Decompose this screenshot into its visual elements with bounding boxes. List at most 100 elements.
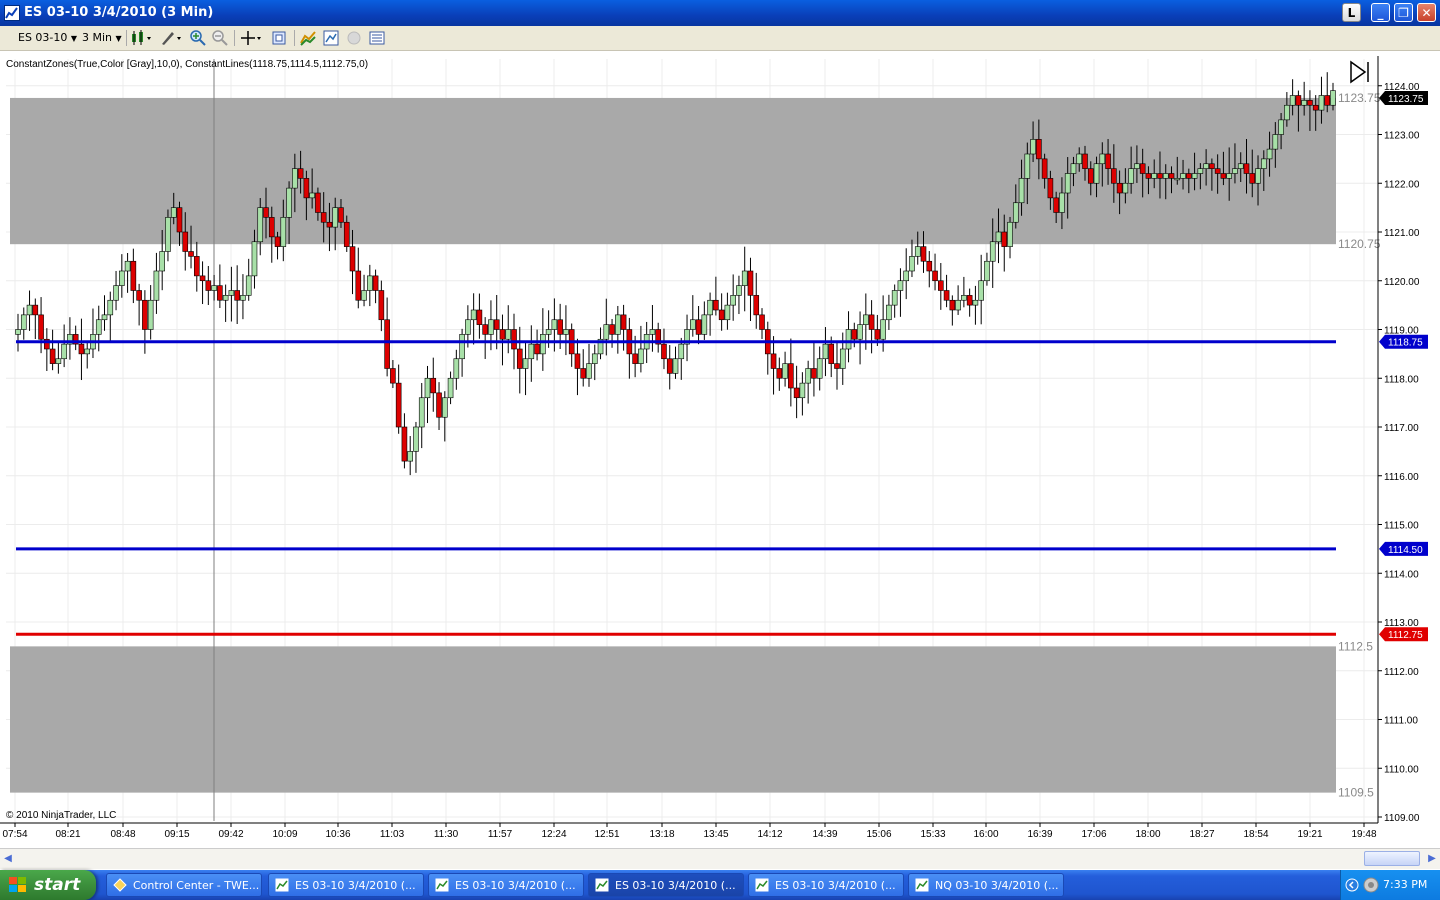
candle-body	[395, 382, 402, 428]
candle-body	[793, 387, 800, 399]
chart-window-icon	[755, 878, 769, 892]
taskbar-item-label: ES 03-10 3/4/2010 (...	[775, 879, 896, 892]
candle-body	[891, 290, 898, 306]
candle-body	[690, 319, 696, 330]
zoom-out-icon[interactable]	[212, 30, 228, 46]
candle-body	[1214, 168, 1221, 174]
x-tick-label: 16:39	[1027, 829, 1052, 840]
instrument-selector[interactable]: ES 03-10 ▼	[18, 29, 77, 47]
candle-body	[713, 299, 719, 311]
candle-body	[851, 329, 858, 340]
price-chart[interactable]: 1123.75 1120.75 1112.5 1109.5 1118.75 1114.5…	[0, 51, 1440, 848]
candle-body	[217, 285, 223, 301]
candle-body	[499, 329, 506, 340]
taskbar-item[interactable]: Control Center - TWE...	[106, 873, 262, 897]
taskbar-item[interactable]: ES 03-10 3/4/2010 (...	[428, 873, 584, 897]
taskbar-item-label: ES 03-10 3/4/2010 (...	[455, 879, 576, 892]
candle-body	[332, 207, 339, 228]
y-tick-label: 1110.00	[1384, 764, 1419, 775]
candle-body	[557, 319, 563, 335]
strategies-icon[interactable]	[323, 30, 339, 46]
candle-body	[153, 270, 160, 301]
candle-body	[113, 285, 119, 301]
price-chart-svg[interactable]: 1123.75 1120.75 1112.5 1109.5 1118.75 1114.5…	[0, 51, 1440, 848]
candle-body	[672, 358, 679, 374]
candle-body	[863, 314, 869, 325]
candle-body	[1001, 231, 1008, 247]
window-titlebar: ES 03-10 3/4/2010 (3 Min) L _ ❐ ✕	[0, 0, 1440, 26]
candle-body	[470, 309, 477, 321]
candle-body	[1151, 173, 1158, 179]
interval-selector[interactable]: 3 Min ▼	[82, 29, 122, 47]
interval-label: 3 Min	[82, 31, 113, 44]
taskbar-item[interactable]: NQ 03-10 3/4/2010 (...	[908, 873, 1064, 897]
candle-body	[170, 207, 177, 218]
chart-app-icon	[4, 5, 20, 21]
candle-body	[482, 324, 488, 335]
scroll-right-icon[interactable]: ▶	[1424, 851, 1440, 867]
candle-body	[1284, 104, 1290, 121]
scroll-thumb[interactable]	[1364, 851, 1420, 866]
start-button[interactable]: start	[0, 870, 96, 900]
restore-button[interactable]: ❐	[1394, 3, 1413, 22]
taskbar-item[interactable]: ES 03-10 3/4/2010 (...	[268, 873, 424, 897]
candle-body	[1082, 153, 1088, 169]
candle-body	[1024, 153, 1031, 179]
chart-window-icon	[915, 878, 929, 892]
properties-icon[interactable]	[369, 30, 385, 46]
candle-body	[26, 304, 33, 316]
windows-taskbar: start Control Center - TWE... ES 03-10 3/…	[0, 870, 1440, 900]
zoom-in-icon[interactable]	[190, 30, 206, 46]
candle-body	[228, 290, 235, 296]
y-tick-label: 1123.00	[1384, 131, 1420, 142]
candle-body	[372, 275, 379, 291]
chart-style-icon[interactable]	[130, 30, 154, 46]
crosshair-icon[interactable]	[240, 30, 264, 46]
candle-body	[615, 314, 621, 335]
taskbar-item[interactable]: ES 03-10 3/4/2010 (...	[588, 873, 744, 897]
candle-body	[459, 334, 465, 360]
candle-body	[240, 295, 246, 301]
candle-body	[384, 319, 390, 369]
candle-body	[1036, 139, 1042, 160]
candle-body	[1197, 168, 1204, 174]
network-icon[interactable]	[1363, 877, 1379, 893]
taskbar-item[interactable]: ES 03-10 3/4/2010 (...	[748, 873, 904, 897]
record-icon[interactable]	[346, 30, 362, 46]
data-box-icon[interactable]	[271, 30, 287, 46]
candle-body	[280, 217, 287, 247]
x-tick-label: 18:27	[1189, 829, 1214, 840]
candle-body	[1105, 153, 1111, 169]
candle-body	[649, 329, 656, 335]
candle-body	[1093, 163, 1100, 184]
candle-body	[816, 358, 823, 379]
close-button[interactable]: ✕	[1417, 3, 1436, 22]
link-button[interactable]: L	[1342, 3, 1361, 22]
x-tick-label: 13:18	[649, 829, 674, 840]
y-tick-label: 1117.00	[1384, 423, 1419, 434]
candle-body	[142, 299, 148, 330]
indicators-icon[interactable]	[300, 30, 316, 46]
candle-body	[20, 314, 27, 330]
scroll-to-end-icon[interactable]	[1350, 60, 1369, 84]
minimize-button[interactable]: _	[1371, 3, 1390, 22]
candle-body	[972, 299, 979, 306]
drawing-tool-icon[interactable]	[160, 30, 184, 46]
candle-body	[1324, 95, 1331, 106]
y-tick-label: 1115.00	[1384, 521, 1419, 532]
clock[interactable]: 7:33 PM	[1383, 878, 1427, 891]
candle-body	[441, 397, 448, 418]
candle-body	[574, 353, 581, 369]
candle-body	[718, 309, 725, 321]
candle-body	[886, 304, 892, 321]
x-tick-label: 11:30	[434, 829, 459, 840]
candle-body	[38, 314, 44, 340]
candle-body	[1295, 95, 1302, 106]
candle-body	[949, 299, 956, 311]
candle-body	[447, 377, 454, 399]
horizontal-scrollbar[interactable]: ◀ ▶	[0, 848, 1440, 869]
chevron-left-icon[interactable]	[1345, 878, 1359, 892]
scroll-left-icon[interactable]: ◀	[0, 851, 16, 867]
candle-body	[390, 368, 396, 384]
y-tick-label: 1109.00	[1384, 813, 1420, 824]
